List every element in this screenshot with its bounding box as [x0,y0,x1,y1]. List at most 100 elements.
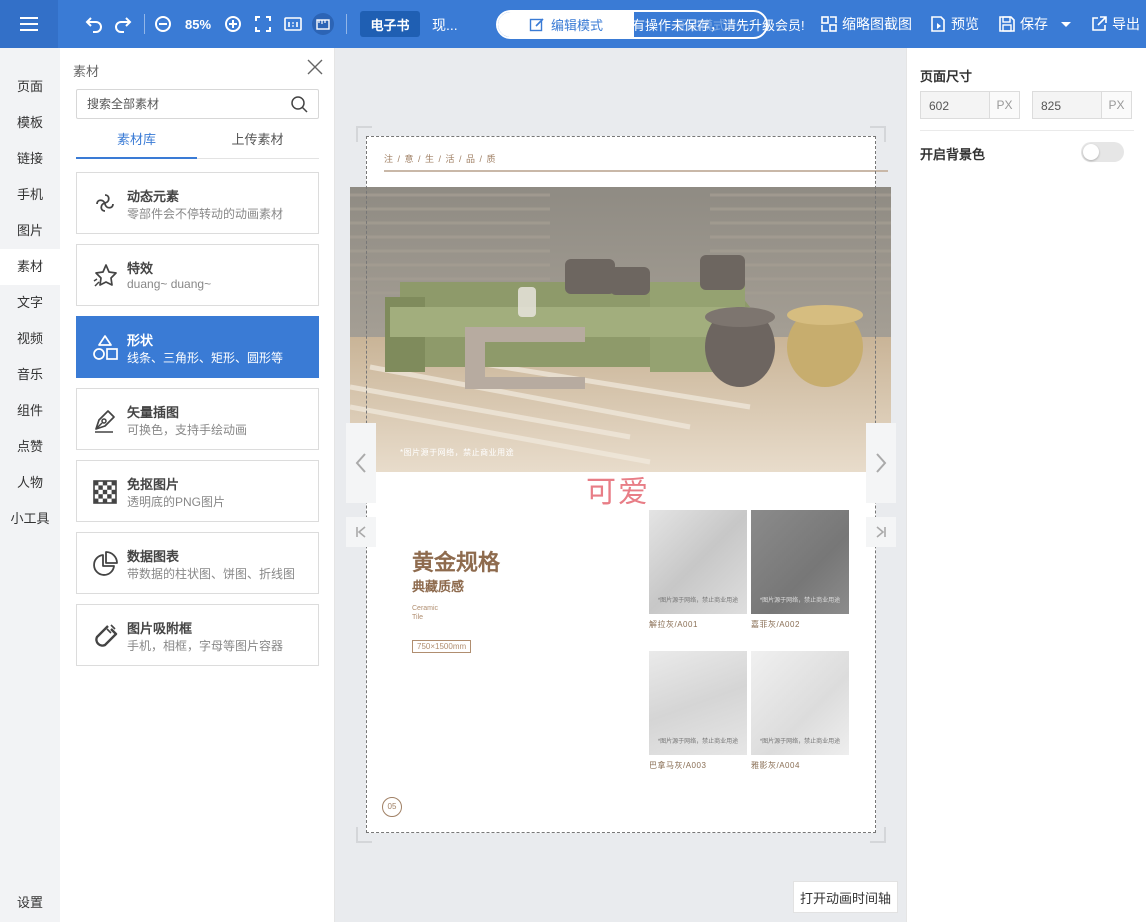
fit-screen-button[interactable] [252,0,274,48]
shapes-icon [93,335,118,360]
zoom-in-button[interactable] [222,0,244,48]
nav-item-images[interactable]: 图片 [0,213,60,249]
tile-note: *图片源于网络，禁止商业用途 [759,739,841,745]
heading-text[interactable]: 黄金规格 [412,545,500,577]
unit-label: PX [989,92,1019,118]
background-color-label: 开启背景色 [920,147,986,162]
english-text-1[interactable]: Ceramic [412,605,438,612]
dynamic-element-icon [96,194,114,212]
thumbnail-label: 缩略图截图 [842,16,912,32]
unit-label: PX [1101,92,1131,118]
nav-item-settings[interactable]: 设置 [0,885,60,921]
menu-button[interactable] [0,0,58,48]
page-height-value: 825 [1041,99,1062,113]
document-page[interactable]: 注 / 意 / 生 / 活 / 品 / 质 *图片源于网络，禁止商业用途 可爱 … [350,136,891,833]
card-subtitle: 透明底的PNG图片 [127,495,226,509]
category-card-effects[interactable]: 特效 duang~ duang~ [76,244,319,306]
zoom-in-icon [225,16,241,32]
redo-button[interactable] [111,0,135,48]
nav-item-materials[interactable]: 素材 [0,249,60,285]
tab-library[interactable]: 素材库 [76,126,197,159]
card-subtitle: 零部件会不停转动的动画素材 [127,207,284,221]
edit-mode-button[interactable]: 编辑模式 [498,12,634,37]
card-subtitle: 线条、三角形、矩形、圆形等 [127,351,284,365]
panel-close-button[interactable] [306,58,324,76]
tile-note: *图片源于网络，禁止商业用途 [759,598,841,604]
nav-item-people[interactable]: 人物 [0,465,60,501]
category-card-png[interactable]: 免抠图片 透明底的PNG图片 [76,460,319,522]
ruler-button[interactable] [310,0,336,48]
chevron-left-icon [355,453,366,473]
undo-button[interactable] [82,0,106,48]
card-title: 形状 [127,333,154,348]
nav-item-links[interactable]: 链接 [0,141,60,177]
first-page-button[interactable] [346,517,376,547]
zoom-out-button[interactable] [152,0,174,48]
tile-image[interactable]: *图片源于网络，禁止商业用途 [751,510,849,614]
tile-caption[interactable]: 解拉灰/A001 [649,619,698,630]
page-header-text[interactable]: 注 / 意 / 生 / 活 / 品 / 质 [384,152,497,165]
category-card-charts[interactable]: 数据图表 带数据的柱状图、饼图、折线图 [76,532,319,594]
tile-caption[interactable]: 巴拿马灰/A003 [649,760,706,771]
nav-item-video[interactable]: 视频 [0,321,60,357]
category-card-dynamic[interactable]: 动态元素 零部件会不停转动的动画素材 [76,172,319,234]
category-card-shapes[interactable]: 形状 线条、三角形、矩形、圆形等 [76,316,319,378]
thumbnail-screenshot-button[interactable]: 缩略图截图 [820,0,912,48]
doc-type-tag[interactable]: 电子书 [360,11,420,37]
tab-upload[interactable]: 上传素材 [197,126,318,159]
living-room-photo[interactable] [350,187,891,472]
save-label: 保存 [1020,16,1048,32]
export-button[interactable]: 导出 [1090,0,1140,48]
last-page-icon [876,526,886,538]
page-number-badge[interactable]: 05 [382,797,402,817]
document-title[interactable]: 现... [432,15,458,35]
tile-image[interactable]: *图片源于网络，禁止商业用途 [649,651,747,755]
tile-image[interactable]: *图片源于网络，禁止商业用途 [751,651,849,755]
background-color-toggle[interactable] [1081,142,1124,162]
nav-item-components[interactable]: 组件 [0,393,60,429]
nav-item-tools[interactable]: 小工具 [0,501,60,537]
last-page-button[interactable] [866,517,896,547]
animation-timeline-button[interactable]: 打开动画时间轴 [793,881,898,913]
nav-item-templates[interactable]: 模板 [0,105,60,141]
search-icon[interactable] [290,95,308,113]
card-title: 图片吸附框 [127,621,193,636]
cute-text[interactable]: 可爱 [586,467,650,511]
caret-down-icon [1061,22,1071,27]
tile-image[interactable]: *图片源于网络，禁止商业用途 [649,510,747,614]
page-height-field[interactable]: 825 PX [1032,91,1132,119]
category-card-frames[interactable]: 图片吸附框 手机，相框，字母等图片容器 [76,604,319,666]
card-title: 免抠图片 [127,477,180,492]
nav-item-pages[interactable]: 页面 [0,69,60,105]
nav-item-text[interactable]: 文字 [0,285,60,321]
category-card-vector[interactable]: 矢量插图 可换色，支持手绘动画 [76,388,319,450]
search-input[interactable] [77,90,287,118]
subheading-text[interactable]: 典藏质感 [412,576,464,595]
tile-note: *图片源于网络，禁止商业用途 [657,739,739,745]
nav-item-music[interactable]: 音乐 [0,357,60,393]
top-toolbar: 85% 电子书 现... 编辑模式 互动模式 有操作未保存，请先升级会员! 缩略… [0,0,1146,48]
nav-item-likes[interactable]: 点赞 [0,429,60,465]
preview-button[interactable]: 预览 [929,0,979,48]
save-options-dropdown[interactable] [1060,0,1072,48]
zoom-level: 85% [184,16,212,32]
card-subtitle: 可换色，支持手绘动画 [127,423,248,437]
prev-page-button[interactable] [346,423,376,503]
save-button[interactable]: 保存 [998,0,1048,48]
pen-illustration-icon [95,410,115,433]
edit-icon [529,17,544,31]
size-label[interactable]: 750×1500mm [412,640,472,653]
nav-item-mobile[interactable]: 手机 [0,177,60,213]
page-width-field[interactable]: 602 PX [920,91,1020,119]
card-subtitle: 带数据的柱状图、饼图、折线图 [127,567,296,581]
next-page-button[interactable] [866,423,896,503]
page-size-label: 页面尺寸 [920,69,973,84]
actual-size-button[interactable] [282,0,304,48]
search-box [76,89,319,119]
english-text-2[interactable]: Tile [412,614,423,621]
tile-caption[interactable]: 雅影灰/A004 [751,760,800,771]
toolbar-divider [346,14,347,34]
hamburger-menu-icon [20,17,38,31]
preview-label: 预览 [951,16,979,32]
tile-caption[interactable]: 嘉菲灰/A002 [751,619,800,630]
